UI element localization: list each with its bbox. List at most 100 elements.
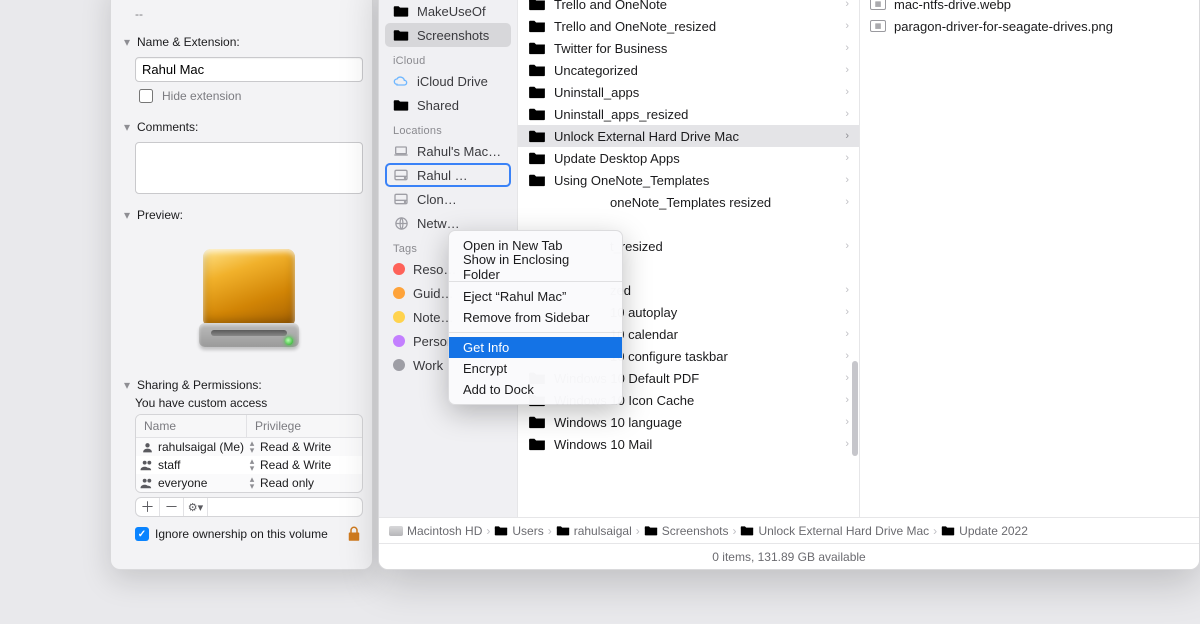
list-item[interactable]: ▦paragon-driver-for-seagate-drives.png — [860, 15, 1199, 37]
chevron-right-icon: › — [845, 108, 849, 120]
chevron-right-icon: › — [845, 416, 849, 428]
tag-dot-icon — [393, 263, 405, 275]
chevron-right-icon: › — [845, 240, 849, 252]
disk-icon — [389, 526, 403, 536]
permission-privilege[interactable]: ▴▾Read only — [246, 476, 362, 490]
tag-dot-icon — [393, 359, 405, 371]
external-drive-icon — [195, 245, 303, 353]
list-item[interactable]: Using OneNote_Templates › — [518, 169, 859, 191]
list-item[interactable]: oneNote_Templates resized› — [518, 191, 859, 213]
group-icon — [136, 477, 158, 489]
list-item-label: zed — [610, 283, 837, 298]
sidebar-item[interactable]: Clon… — [385, 187, 511, 211]
sidebar-item-label: Screenshots — [417, 28, 489, 43]
table-row[interactable]: staff▴▾Read & Write — [136, 456, 362, 474]
folder-icon — [528, 85, 546, 99]
ignore-ownership-checkbox[interactable]: ✓ — [135, 527, 149, 541]
list-item-label: paragon-driver-for-seagate-drives.png — [894, 19, 1189, 34]
chevron-right-icon: › — [845, 372, 849, 384]
disclosure-down-icon: ▾ — [121, 121, 133, 133]
breadcrumb[interactable]: Unlock External Hard Drive Mac — [740, 524, 929, 538]
comments-section-header[interactable]: ▾ Comments: — [111, 118, 372, 136]
chevron-right-icon: › — [845, 86, 849, 98]
menu-item[interactable]: Eject “Rahul Mac” — [449, 286, 622, 307]
list-item-label: 10 configure taskbar — [610, 349, 837, 364]
sharing-section-header[interactable]: ▾ Sharing & Permissions: — [111, 376, 372, 394]
sidebar-item-label: MakeUseOf — [417, 4, 486, 19]
chevron-right-icon: › — [548, 524, 552, 538]
sidebar-item[interactable]: Shared — [385, 93, 511, 117]
name-ext-label: Name & Extension: — [137, 35, 240, 49]
sidebar-section-label: Locations — [385, 117, 511, 139]
folder-icon — [740, 525, 754, 536]
list-item[interactable]: Uncategorized› — [518, 59, 859, 81]
list-item-label: 10 autoplay — [610, 305, 837, 320]
preview-section-header[interactable]: ▾ Preview: — [111, 206, 372, 224]
preview-thumbnail — [135, 234, 363, 364]
table-row[interactable]: everyone▴▾Read only — [136, 474, 362, 492]
menu-item[interactable]: Remove from Sidebar — [449, 307, 622, 328]
name-extension-input[interactable] — [135, 57, 363, 82]
image-file-icon: ▦ — [870, 0, 886, 10]
sidebar-item[interactable]: iCloud Drive — [385, 69, 511, 93]
list-item[interactable]: Twitter for Business› — [518, 37, 859, 59]
breadcrumb-label: Macintosh HD — [407, 524, 482, 538]
permission-privilege[interactable]: ▴▾Read & Write — [246, 440, 362, 454]
list-item[interactable]: Uninstall_apps› — [518, 81, 859, 103]
menu-item[interactable]: Add to Dock — [449, 379, 622, 400]
sidebar-item-label: Shared — [417, 98, 459, 113]
comments-label: Comments: — [137, 120, 198, 134]
list-item-label: Using OneNote_Templates — [554, 173, 837, 188]
list-item[interactable]: Unlock External Hard Drive Mac› — [518, 125, 859, 147]
list-item-label: t_resized — [610, 239, 837, 254]
disclosure-down-icon: ▾ — [121, 0, 133, 2]
sharing-label: Sharing & Permissions: — [137, 378, 262, 392]
list-item-label: oneNote_Templates resized — [610, 195, 837, 210]
list-item-label: Trello and OneNote — [554, 0, 837, 12]
permission-privilege[interactable]: ▴▾Read & Write — [246, 458, 362, 472]
menu-item[interactable]: Encrypt — [449, 358, 622, 379]
list-item[interactable]: Trello and OneNote› — [518, 0, 859, 15]
chevron-right-icon: › — [845, 152, 849, 164]
list-item[interactable]: Windows 10 language› — [518, 411, 859, 433]
lock-icon[interactable] — [345, 525, 363, 543]
sidebar-item[interactable]: MakeUseOf — [385, 0, 511, 23]
list-item[interactable]: Update Desktop Apps› — [518, 147, 859, 169]
add-permission-button[interactable]: ＋ — [136, 498, 160, 516]
disk-icon — [393, 167, 409, 183]
list-item[interactable]: Windows 10 Mail› — [518, 433, 859, 455]
scrollbar-thumb[interactable] — [852, 361, 858, 456]
folder-icon — [528, 195, 602, 209]
sidebar-item[interactable]: Rahul … — [385, 163, 511, 187]
chevron-right-icon: › — [732, 524, 736, 538]
chevron-right-icon: › — [845, 174, 849, 186]
breadcrumb-label: rahulsaigal — [574, 524, 632, 538]
breadcrumb[interactable]: Macintosh HD — [389, 524, 482, 538]
breadcrumb[interactable]: Screenshots — [644, 524, 729, 538]
ignore-ownership-label: Ignore ownership on this volume — [155, 527, 328, 541]
permissions-action-menu[interactable]: ⚙︎▾ — [184, 498, 208, 516]
folder-icon — [393, 27, 409, 43]
menu-item[interactable]: Get Info — [449, 337, 622, 358]
table-row[interactable]: rahulsaigal (Me)▴▾Read & Write — [136, 438, 362, 456]
sidebar-item[interactable]: Rahul's Mac… — [385, 139, 511, 163]
remove-permission-button[interactable]: － — [160, 498, 184, 516]
name-ext-section-header[interactable]: ▾ Name & Extension: — [111, 33, 372, 51]
permissions-table: Name Privilege rahulsaigal (Me)▴▾Read & … — [135, 414, 363, 493]
folder-icon — [528, 437, 546, 451]
sidebar-section-label: iCloud — [385, 47, 511, 69]
disclosure-down-icon: ▾ — [121, 209, 133, 221]
comments-textarea[interactable] — [135, 142, 363, 194]
permission-name: everyone — [158, 476, 246, 490]
breadcrumb[interactable]: rahulsaigal — [556, 524, 632, 538]
list-item[interactable]: ▦mac-ntfs-drive.webp — [860, 0, 1199, 15]
breadcrumb[interactable]: Update 2022 — [941, 524, 1028, 538]
folder-icon — [941, 525, 955, 536]
breadcrumb[interactable]: Users — [494, 524, 543, 538]
menu-item[interactable]: Show in Enclosing Folder — [449, 256, 622, 277]
list-item[interactable]: Uninstall_apps_resized› — [518, 103, 859, 125]
list-item[interactable]: Trello and OneNote_resized› — [518, 15, 859, 37]
group-icon — [136, 459, 158, 471]
sidebar-item[interactable]: Screenshots — [385, 23, 511, 47]
hide-extension-checkbox[interactable] — [139, 89, 153, 103]
